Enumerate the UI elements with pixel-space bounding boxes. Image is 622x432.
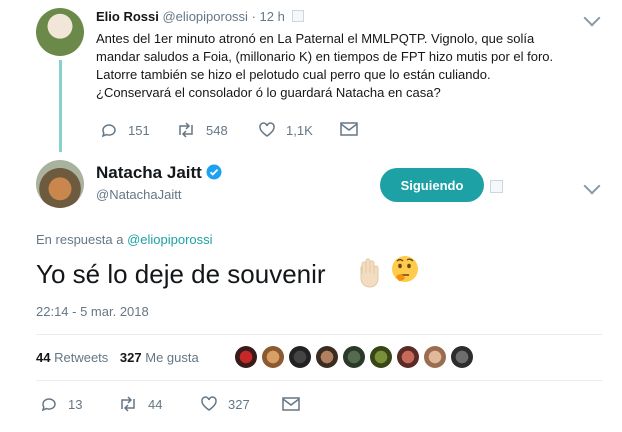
reply-icon: [41, 398, 56, 412]
reply-action-reply[interactable]: 151: [100, 122, 150, 138]
retweet-icon: [121, 396, 135, 412]
liker-avatar[interactable]: [262, 346, 284, 368]
liker-avatar[interactable]: [397, 346, 419, 368]
reply-author-name[interactable]: Elio Rossi: [96, 9, 159, 24]
user-menu-icon[interactable]: [490, 180, 503, 193]
in-reply-handle[interactable]: @eliopiporossi: [127, 232, 212, 247]
divider: [36, 380, 602, 381]
like-icon: [201, 396, 217, 411]
main-action-retweet[interactable]: 44: [118, 396, 162, 412]
message-icon: [340, 122, 358, 136]
tweet-timestamp[interactable]: 22:14 - 5 mar. 2018: [36, 304, 149, 319]
message-icon: [282, 397, 300, 411]
avatar-natacha-jaitt[interactable]: [36, 160, 84, 208]
main-tweet-text: Yo sé lo deje de souvenir: [36, 259, 326, 289]
liker-avatar[interactable]: [316, 346, 338, 368]
liker-avatar[interactable]: [451, 346, 473, 368]
like-icon: [259, 122, 275, 137]
verified-icon: [206, 164, 222, 180]
main-author-handle[interactable]: @NatachaJaitt: [96, 187, 181, 202]
divider: [36, 334, 602, 335]
avatar-elio-rossi[interactable]: [36, 8, 84, 56]
following-button[interactable]: Siguiendo: [380, 168, 484, 202]
thinking-face-emoji: [392, 256, 418, 282]
main-author: Natacha Jaitt: [96, 163, 222, 183]
liker-avatar[interactable]: [289, 346, 311, 368]
reply-action-message[interactable]: [340, 122, 358, 136]
tweet-stats: 44 Retweets 327 Me gusta: [36, 350, 199, 365]
reply-tweet-text: Antes del 1er minuto atronó en La Patern…: [96, 31, 554, 100]
liker-avatars: [235, 346, 473, 368]
reply-action-retweet[interactable]: 548: [176, 122, 228, 138]
reply-action-like[interactable]: 1,1K: [258, 122, 313, 138]
chevron-down-icon[interactable]: [583, 177, 601, 195]
thread-line: [59, 60, 62, 152]
liker-avatar[interactable]: [424, 346, 446, 368]
raised-hand-emoji: [360, 258, 379, 288]
main-action-reply[interactable]: 13: [40, 396, 82, 412]
main-action-like[interactable]: 327: [200, 396, 250, 412]
retweets-stat[interactable]: 44 Retweets: [36, 350, 112, 365]
in-reply-to: En respuesta a @eliopiporossi: [36, 232, 213, 247]
liker-avatar[interactable]: [370, 346, 392, 368]
retweet-icon: [179, 122, 193, 138]
reply-sep: ·: [251, 9, 256, 24]
translate-icon[interactable]: [292, 10, 305, 22]
likes-stat[interactable]: 327 Me gusta: [120, 350, 199, 365]
reply-tweet-header: Elio Rossi @eliopiporossi · 12 h: [96, 9, 305, 24]
main-author-name[interactable]: Natacha Jaitt: [96, 163, 202, 182]
chevron-down-icon[interactable]: [583, 9, 601, 27]
reply-icon: [101, 124, 116, 138]
reply-time[interactable]: 12 h: [260, 9, 285, 24]
main-action-message[interactable]: [282, 397, 300, 411]
liker-avatar[interactable]: [343, 346, 365, 368]
liker-avatar[interactable]: [235, 346, 257, 368]
reply-author-handle[interactable]: @eliopiporossi: [162, 9, 247, 24]
